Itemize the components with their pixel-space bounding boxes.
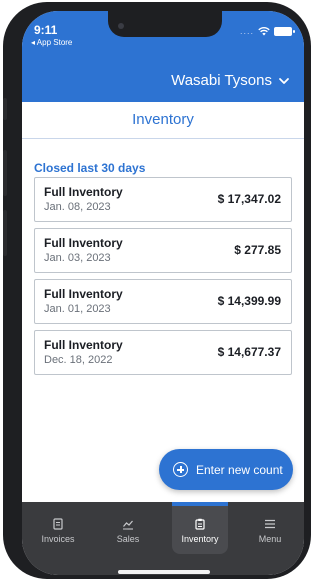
tab-sales-label: Sales — [116, 534, 140, 544]
inventory-count-card[interactable]: Full Inventory Jan. 01, 2023 $ 14,399.99 — [34, 279, 292, 324]
chevron-down-icon — [279, 77, 289, 84]
count-amount: $ 277.85 — [234, 243, 281, 257]
store-name-label: Wasabi Tysons — [171, 72, 272, 89]
tab-menu[interactable]: Menu — [242, 502, 298, 554]
inventory-count-card[interactable]: Full Inventory Jan. 03, 2023 $ 277.85 — [34, 228, 292, 273]
page-title: Inventory — [132, 111, 194, 128]
clipboard-icon — [195, 518, 205, 530]
count-amount: $ 17,347.02 — [217, 192, 281, 206]
enter-new-count-button[interactable]: Enter new count — [159, 449, 293, 490]
count-amount: $ 14,399.99 — [217, 294, 281, 308]
chart-icon — [123, 520, 133, 530]
tab-sales[interactable]: Sales — [100, 502, 156, 554]
count-date: Dec. 18, 2022 — [44, 354, 113, 366]
tab-inventory-label: Inventory — [181, 534, 219, 544]
inventory-count-card[interactable]: Full Inventory Dec. 18, 2022 $ 14,677.37 — [34, 330, 292, 375]
active-tab-indicator — [172, 502, 228, 506]
count-name: Full Inventory — [44, 236, 123, 250]
count-name: Full Inventory — [44, 287, 123, 301]
notch — [108, 11, 222, 37]
invoice-icon — [53, 518, 63, 530]
battery-icon — [274, 26, 295, 36]
signal-dots-icon: .... — [239, 26, 254, 36]
home-indicator[interactable] — [118, 570, 210, 574]
count-name: Full Inventory — [44, 338, 123, 352]
tab-invoices[interactable]: Invoices — [30, 502, 86, 554]
store-selector[interactable]: Wasabi Tysons — [171, 72, 290, 89]
screen: 9:11 ◂ App Store .... Wasabi Tysons Inve… — [22, 11, 304, 575]
count-date: Jan. 01, 2023 — [44, 303, 111, 315]
enter-new-count-label: Enter new count — [196, 462, 283, 477]
count-date: Jan. 08, 2023 — [44, 201, 111, 213]
app-header: 9:11 ◂ App Store .... Wasabi Tysons — [22, 11, 304, 102]
wifi-icon — [258, 26, 270, 35]
count-date: Jan. 03, 2023 — [44, 252, 111, 264]
tab-inventory[interactable]: Inventory — [172, 502, 228, 554]
camera-icon — [118, 23, 124, 29]
count-amount: $ 14,677.37 — [217, 345, 281, 359]
status-time: 9:11 — [34, 23, 58, 37]
volume-down-button — [3, 210, 7, 256]
page-title-bar: Inventory — [22, 102, 304, 139]
status-icons: .... — [239, 26, 295, 36]
hamburger-icon — [265, 519, 275, 529]
mute-switch — [3, 98, 7, 120]
bottom-tab-bar: Invoices Sales Inventory Menu — [22, 502, 304, 575]
volume-up-button — [3, 150, 7, 196]
inventory-count-card[interactable]: Full Inventory Jan. 08, 2023 $ 17,347.02 — [34, 177, 292, 222]
back-to-app-store-link[interactable]: ◂ App Store — [31, 38, 72, 47]
phone-frame: 9:11 ◂ App Store .... Wasabi Tysons Inve… — [3, 2, 311, 579]
section-heading: Closed last 30 days — [34, 161, 146, 175]
plus-circle-icon — [173, 462, 188, 477]
tab-menu-label: Menu — [258, 534, 282, 544]
count-name: Full Inventory — [44, 185, 123, 199]
tab-invoices-label: Invoices — [41, 534, 75, 544]
